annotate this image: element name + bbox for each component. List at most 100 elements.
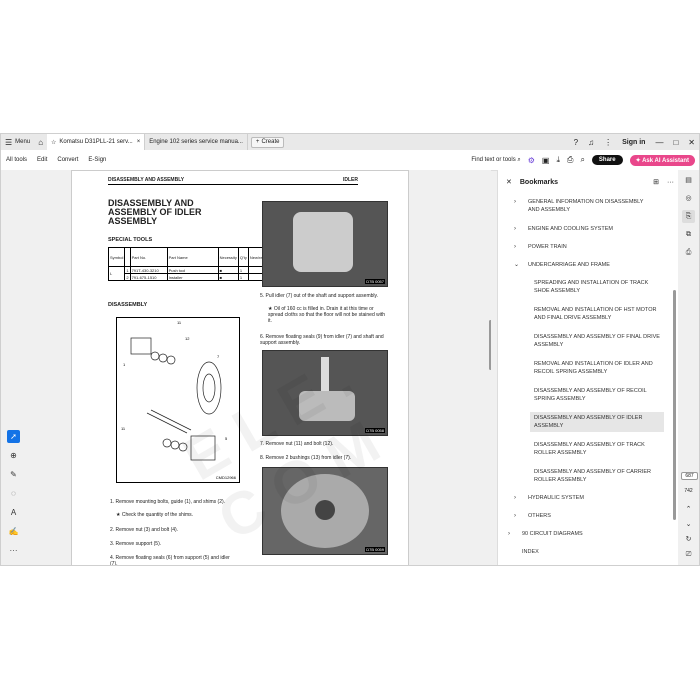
toolbar-right: Find text or tools ⌕ ⚙ ▣ ⤓ ⎙ ⌕ Share ✦ A… (471, 150, 695, 170)
figure-code: D7B 0057 (365, 279, 385, 284)
lasso-icon[interactable]: ◌ (7, 487, 20, 500)
chevron-up-icon[interactable]: ⌃ (682, 503, 695, 516)
save-icon[interactable]: ▣ (542, 156, 550, 165)
text-select-icon[interactable]: A (7, 506, 20, 519)
chevron-down-icon[interactable]: ⌄ (514, 261, 519, 269)
bookmark-label: HYDRAULIC SYSTEM (528, 495, 584, 501)
hamburger-icon: ☰ (5, 137, 13, 147)
table-cell: ■ (217, 273, 239, 281)
bookmark-item[interactable]: REMOVAL AND INSTALLATION OF HST MOTOR AN… (534, 306, 660, 322)
step-5: 5. Pull idler (7) out of the shaft and s… (260, 293, 379, 299)
maximize-icon[interactable]: □ (673, 138, 678, 147)
bookmark-item[interactable]: REMOVAL AND INSTALLATION OF IDLER AND RE… (534, 360, 660, 376)
page-header: DISASSEMBLY AND ASSEMBLY IDLER (108, 177, 358, 185)
step-3: 3. Remove support (5). (110, 541, 162, 547)
step-2: 2. Remove nut (3) and bolt (4). (110, 527, 179, 533)
help-icon[interactable]: ? (574, 138, 578, 147)
table-header: Part Name (166, 247, 219, 267)
print-icon[interactable]: ⎙ (567, 155, 573, 165)
tab-engine[interactable]: Engine 102 series service manua... (145, 134, 248, 150)
current-page-input[interactable]: 687 (681, 472, 698, 480)
pen-icon[interactable]: ✎ (7, 468, 20, 481)
bookmark-item[interactable]: INDEX (522, 548, 650, 556)
bookmark-item[interactable]: › GENERAL INFORMATION ON DISASSEMBLY AND … (514, 198, 656, 214)
svg-text:7: 7 (217, 354, 220, 359)
bookmark-item[interactable]: DISASSEMBLY AND ASSEMBLY OF CARRIER ROLL… (534, 468, 660, 484)
chevron-right-icon[interactable]: › (514, 243, 516, 251)
header-right: IDLER (343, 177, 358, 183)
rotate-icon[interactable]: ↻ (682, 533, 695, 546)
table-cell: 1 (237, 273, 249, 281)
edit-menu[interactable]: Edit (32, 157, 52, 163)
apps-icon[interactable]: ⋮ (604, 138, 612, 147)
stamp-icon[interactable]: ✍ (7, 525, 20, 538)
main-toolbar: All tools Edit Convert E-Sign Find text … (1, 150, 699, 171)
menu-button[interactable]: ☰ Menu (1, 134, 34, 150)
svg-text:11: 11 (121, 426, 126, 431)
convert-menu[interactable]: Convert (52, 157, 83, 163)
bookmark-item[interactable]: ⌄ UNDERCARRIAGE AND FRAME (514, 261, 656, 269)
svg-text:11: 11 (177, 320, 182, 325)
bookmark-item[interactable]: › ENGINE AND COOLING SYSTEM (514, 225, 656, 233)
table-cell: Installer (166, 273, 219, 281)
table-header: Part No. (129, 247, 168, 267)
bookmark-item[interactable]: DISASSEMBLY AND ASSEMBLY OF FINAL DRIVE … (534, 333, 660, 349)
select-cursor-icon[interactable]: ➚ (7, 430, 20, 443)
chevron-right-icon[interactable]: › (514, 512, 516, 520)
ai-tools-icon[interactable]: ⚙ (528, 156, 535, 165)
bookmarks-scrollbar[interactable] (673, 290, 676, 520)
ai-assistant-button[interactable]: ✦ Ask AI Assistant (629, 154, 695, 166)
comment-icon[interactable]: ▤ (682, 174, 695, 187)
document-viewport[interactable]: DISASSEMBLY AND ASSEMBLY IDLER DISASSEMBL… (25, 170, 491, 565)
close-panel-icon[interactable]: ✕ (506, 178, 512, 186)
bookmark-item[interactable]: › POWER TRAIN (514, 243, 656, 251)
chevron-right-icon[interactable]: › (514, 494, 516, 502)
bookmark-item[interactable]: DISASSEMBLY AND ASSEMBLY OF TRACK ROLLER… (534, 441, 660, 457)
find-text-button[interactable]: Find text or tools ⌕ (471, 157, 520, 164)
tab-komatsu[interactable]: ☆ Komatsu D31PLL-21 serv... × (47, 134, 146, 150)
table-cell: 1 (237, 266, 249, 274)
home-button[interactable]: ⌂ (34, 134, 47, 150)
bookmarks-header-actions: ⊞ ··· (653, 170, 674, 194)
chevron-right-icon[interactable]: › (508, 530, 510, 538)
create-label: Create (261, 139, 280, 145)
chevron-right-icon[interactable]: › (514, 225, 516, 233)
bookmark-item[interactable]: › 90 CIRCUIT DIAGRAMS (508, 530, 650, 538)
bookmark-item[interactable]: DISASSEMBLY AND ASSEMBLY OF RECOIL SPRIN… (534, 387, 660, 403)
bookmark-label: POWER TRAIN (528, 244, 567, 250)
figure-photo-1: D7B 0057 (262, 201, 388, 287)
zoom-comment-icon[interactable]: ⊕ (7, 449, 20, 462)
bell-icon[interactable]: ♫ (588, 138, 594, 147)
bookmarks-title: Bookmarks (519, 178, 559, 186)
add-bookmark-icon[interactable]: ⊞ (653, 178, 659, 186)
chevron-right-icon[interactable]: › (514, 198, 516, 206)
minimize-icon[interactable]: — (655, 138, 663, 147)
bookmark-item[interactable]: › OTHERS (514, 512, 656, 520)
bookmark-item[interactable]: › HYDRAULIC SYSTEM (514, 494, 656, 502)
share-button[interactable]: Share (591, 155, 623, 165)
fit-page-icon[interactable]: ⎚ (682, 548, 695, 561)
bookmarks-icon[interactable]: ⎘ (682, 210, 695, 223)
ai-label: Ask AI Assistant (642, 157, 689, 164)
more-options-icon[interactable]: ··· (667, 179, 674, 186)
bookmark-item[interactable]: SPREADING AND INSTALLATION OF TRACK SHOE… (534, 279, 660, 295)
chevron-down-icon[interactable]: ⌄ (682, 518, 695, 531)
step-5-note: ★ Oil of 160 cc is filled in. Drain it a… (268, 306, 386, 324)
bookmark-item-selected[interactable]: DISASSEMBLY AND ASSEMBLY OF IDLER ASSEMB… (530, 412, 664, 432)
search-doc-icon[interactable]: ⌕ (580, 155, 584, 165)
bookmarks-header: ✕ Bookmarks ⊞ ··· (498, 170, 678, 194)
close-icon[interactable]: × (137, 139, 141, 145)
create-button[interactable]: + Create (250, 136, 285, 148)
attachment-icon[interactable]: ⎙ (682, 246, 695, 259)
table-cell: ■ (217, 266, 239, 274)
ai-summary-icon[interactable]: ◎ (682, 192, 695, 205)
all-tools-menu[interactable]: All tools (1, 157, 32, 163)
sign-in-button[interactable]: Sign in (622, 139, 645, 146)
copy-icon[interactable]: ⧉ (682, 228, 695, 241)
bookmark-label: ENGINE AND COOLING SYSTEM (528, 226, 613, 232)
close-window-icon[interactable]: ✕ (688, 138, 695, 147)
more-tools-icon[interactable]: ··· (7, 544, 20, 557)
download-icon[interactable]: ⤓ (556, 155, 560, 165)
esign-menu[interactable]: E-Sign (83, 157, 111, 163)
document-scrollbar[interactable] (489, 320, 491, 370)
